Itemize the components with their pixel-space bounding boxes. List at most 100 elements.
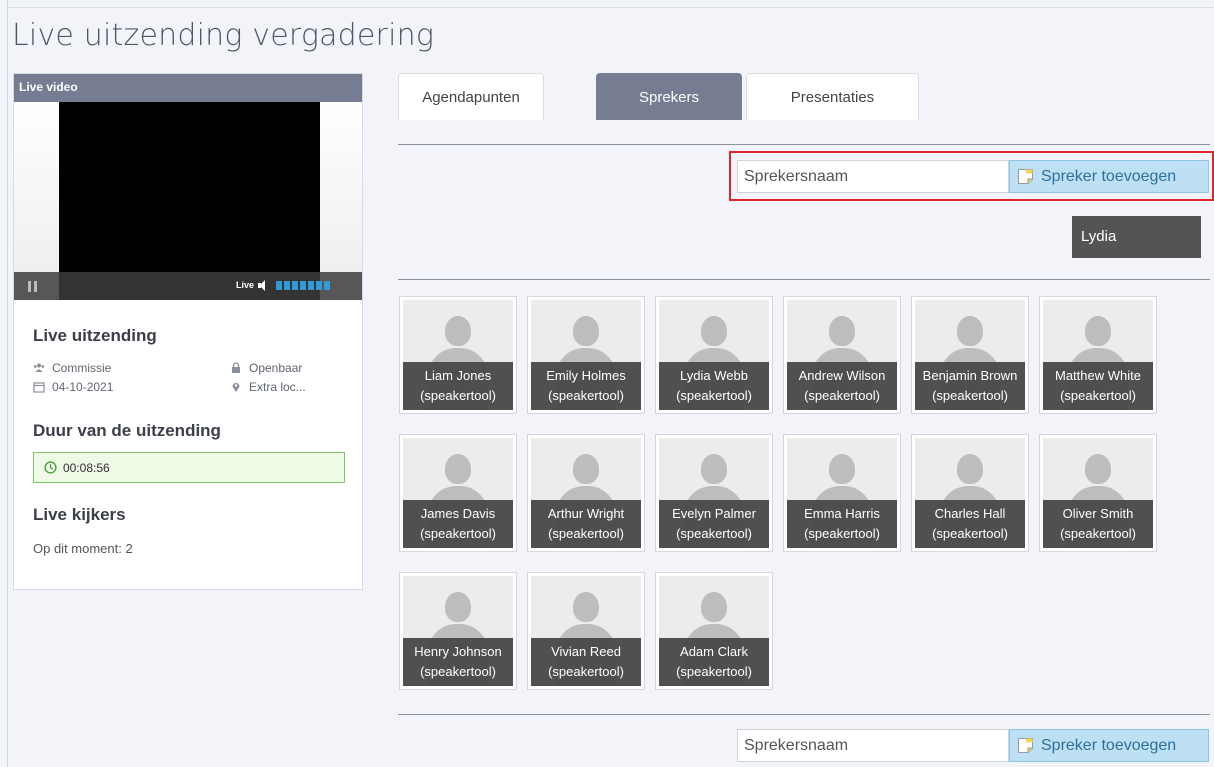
avatar: Matthew White (speakertool) bbox=[1043, 300, 1153, 410]
note-icon bbox=[1018, 738, 1033, 753]
add-speaker-button[interactable]: Spreker toevoegen bbox=[1009, 160, 1209, 193]
speaker-role: (speakertool) bbox=[676, 664, 752, 679]
lock-icon bbox=[232, 362, 240, 373]
meta-visibility: Openbaar bbox=[230, 361, 302, 375]
video-player[interactable]: Live bbox=[14, 102, 362, 300]
speaker-card[interactable]: Liam Jones (speakertool) bbox=[399, 296, 517, 414]
speaker-name-input[interactable] bbox=[737, 729, 1009, 762]
avatar: Oliver Smith (speakertool) bbox=[1043, 438, 1153, 548]
speaker-name: Charles Hall bbox=[934, 506, 1006, 521]
speaker-name: Vivian Reed bbox=[551, 644, 621, 659]
speaker-name: Emily Holmes bbox=[546, 368, 626, 383]
avatar: Arthur Wright (speakertool) bbox=[531, 438, 641, 548]
speaker-role: (speakertool) bbox=[420, 664, 496, 679]
divider bbox=[398, 144, 1210, 145]
speaker-card[interactable]: Oliver Smith (speakertool) bbox=[1039, 434, 1157, 552]
speaker-card[interactable]: Emma Harris (speakertool) bbox=[783, 434, 901, 552]
speaker-card[interactable]: Lydia Webb (speakertool) bbox=[655, 296, 773, 414]
live-label: Live bbox=[236, 280, 255, 290]
selected-speaker-tag[interactable]: Lydia bbox=[1072, 216, 1201, 258]
speaker-card[interactable]: James Davis (speakertool) bbox=[399, 434, 517, 552]
avatar: Liam Jones (speakertool) bbox=[403, 300, 513, 410]
tab-presentaties[interactable]: Presentaties bbox=[746, 73, 919, 120]
speaker-name: Emma Harris bbox=[804, 506, 880, 521]
speaker-card[interactable]: Evelyn Palmer (speakertool) bbox=[655, 434, 773, 552]
speaker-name: Oliver Smith bbox=[1062, 506, 1134, 521]
duration-title: Duur van de uitzending bbox=[33, 421, 221, 440]
avatar: Vivian Reed (speakertool) bbox=[531, 576, 641, 686]
tab-sprekers[interactable]: Sprekers bbox=[596, 73, 742, 120]
speaker-name: Benjamin Brown bbox=[922, 368, 1018, 383]
speaker-role: (speakertool) bbox=[1060, 388, 1136, 403]
avatar: Charles Hall (speakertool) bbox=[915, 438, 1025, 548]
viewers-title: Live kijkers bbox=[33, 505, 126, 524]
viewers-count: Op dit moment: 2 bbox=[33, 541, 133, 556]
speaker-name: Liam Jones bbox=[424, 368, 492, 383]
meta-location: Extra loc... bbox=[230, 380, 306, 394]
speaker-name: James Davis bbox=[420, 506, 496, 521]
speaker-card[interactable]: Arthur Wright (speakertool) bbox=[527, 434, 645, 552]
add-speaker-button[interactable]: Spreker toevoegen bbox=[1009, 729, 1209, 762]
duration-display: 00:08:56 bbox=[33, 452, 345, 483]
speaker-name: Andrew Wilson bbox=[798, 368, 886, 383]
frame-border-top bbox=[7, 7, 1214, 8]
avatar: Benjamin Brown (speakertool) bbox=[915, 300, 1025, 410]
avatar: Emily Holmes (speakertool) bbox=[531, 300, 641, 410]
speaker-card[interactable]: Emily Holmes (speakertool) bbox=[527, 296, 645, 414]
speaker-name: Lydia Webb bbox=[680, 368, 748, 383]
speaker-card[interactable]: Charles Hall (speakertool) bbox=[911, 434, 1029, 552]
frame-border-left bbox=[7, 0, 8, 767]
speaker-grid: Liam Jones (speakertool) Emily Holmes (spe… bbox=[399, 296, 1159, 690]
speaker-role: (speakertool) bbox=[932, 526, 1008, 541]
speaker-name: Arthur Wright bbox=[547, 506, 625, 521]
meta-category: Commissie bbox=[33, 361, 111, 375]
speaker-role: (speakertool) bbox=[420, 526, 496, 541]
broadcast-title: Live uitzending bbox=[33, 326, 157, 345]
speaker-name: Henry Johnson bbox=[414, 644, 502, 659]
speaker-card[interactable]: Adam Clark (speakertool) bbox=[655, 572, 773, 690]
avatar: James Davis (speakertool) bbox=[403, 438, 513, 548]
speaker-role: (speakertool) bbox=[676, 388, 752, 403]
pause-icon[interactable] bbox=[28, 281, 38, 292]
speaker-role: (speakertool) bbox=[932, 388, 1008, 403]
avatar: Adam Clark (speakertool) bbox=[659, 576, 769, 686]
speaker-role: (speakertool) bbox=[676, 526, 752, 541]
speaker-card[interactable]: Vivian Reed (speakertool) bbox=[527, 572, 645, 690]
speaker-role: (speakertool) bbox=[1060, 526, 1136, 541]
volume-slider[interactable] bbox=[276, 281, 330, 290]
speaker-card[interactable]: Matthew White (speakertool) bbox=[1039, 296, 1157, 414]
add-speaker-form-top: Spreker toevoegen bbox=[737, 160, 1209, 193]
avatar: Andrew Wilson (speakertool) bbox=[787, 300, 897, 410]
clock-icon bbox=[44, 461, 57, 474]
page-title: Live uitzending vergadering bbox=[12, 18, 435, 53]
speaker-name-input[interactable] bbox=[737, 160, 1009, 193]
tab-agendapunten[interactable]: Agendapunten bbox=[398, 73, 544, 120]
speaker-name: Matthew White bbox=[1055, 368, 1141, 383]
avatar: Emma Harris (speakertool) bbox=[787, 438, 897, 548]
broadcast-info-panel: Live video Live Live uitzending Commissi… bbox=[13, 73, 363, 590]
map-pin-icon bbox=[232, 383, 240, 392]
divider bbox=[398, 279, 1210, 280]
calendar-icon bbox=[33, 382, 45, 393]
divider bbox=[398, 714, 1210, 715]
speaker-role: (speakertool) bbox=[804, 388, 880, 403]
speaker-card[interactable]: Andrew Wilson (speakertool) bbox=[783, 296, 901, 414]
users-icon bbox=[33, 363, 45, 372]
video-header: Live video bbox=[14, 74, 362, 102]
avatar: Henry Johnson (speakertool) bbox=[403, 576, 513, 686]
speaker-role: (speakertool) bbox=[548, 388, 624, 403]
avatar: Lydia Webb (speakertool) bbox=[659, 300, 769, 410]
speaker-name: Adam Clark bbox=[680, 644, 748, 659]
video-controls: Live bbox=[14, 272, 362, 300]
speaker-role: (speakertool) bbox=[548, 664, 624, 679]
volume-icon[interactable] bbox=[258, 280, 268, 291]
speaker-role: (speakertool) bbox=[548, 526, 624, 541]
meta-date: 04-10-2021 bbox=[33, 380, 113, 394]
speaker-role: (speakertool) bbox=[804, 526, 880, 541]
speaker-card[interactable]: Henry Johnson (speakertool) bbox=[399, 572, 517, 690]
speaker-card[interactable]: Benjamin Brown (speakertool) bbox=[911, 296, 1029, 414]
note-icon bbox=[1018, 169, 1033, 184]
speaker-role: (speakertool) bbox=[420, 388, 496, 403]
video-screen[interactable] bbox=[59, 102, 320, 300]
avatar: Evelyn Palmer (speakertool) bbox=[659, 438, 769, 548]
